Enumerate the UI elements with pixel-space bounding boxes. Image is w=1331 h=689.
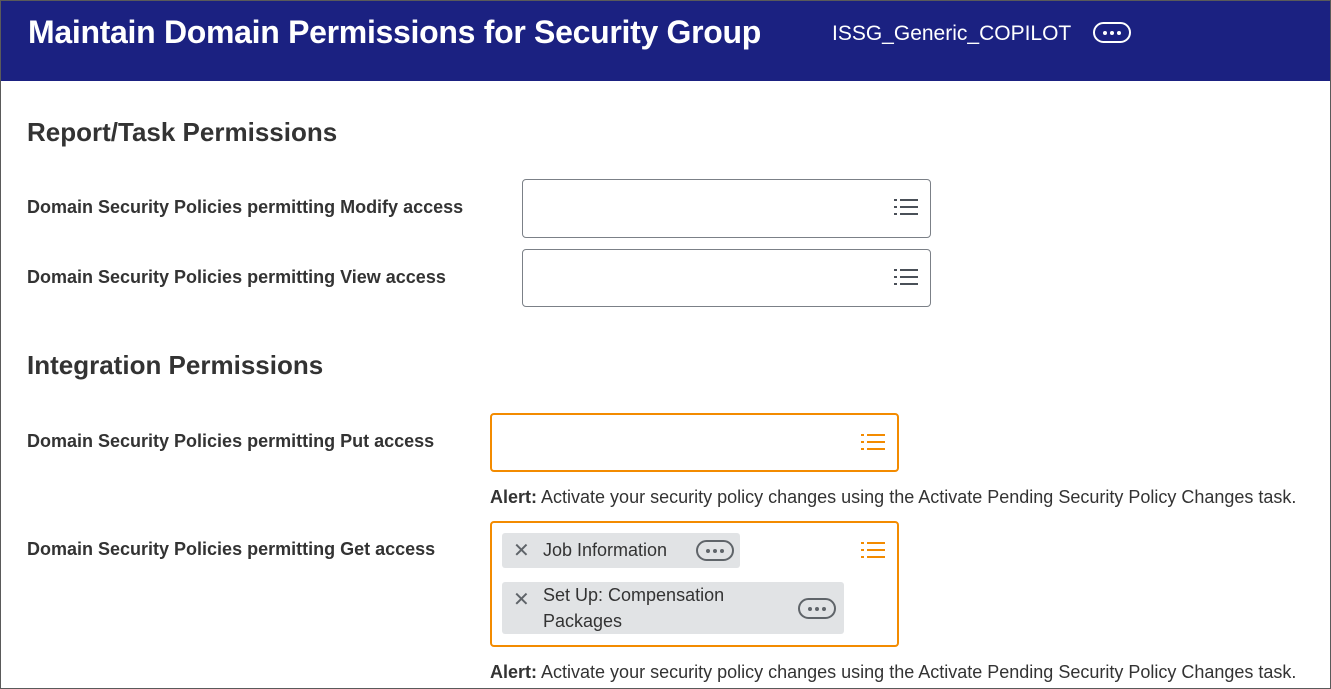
list-icon[interactable] bbox=[861, 542, 885, 560]
list-icon[interactable] bbox=[894, 269, 918, 287]
list-icon[interactable] bbox=[894, 199, 918, 217]
alert-text: Activate your security policy changes us… bbox=[537, 487, 1297, 507]
page-frame: Maintain Domain Permissions for Security… bbox=[0, 0, 1331, 689]
page-header: Maintain Domain Permissions for Security… bbox=[1, 1, 1330, 81]
alert-text: Activate your security policy changes us… bbox=[537, 662, 1297, 682]
view-access-label: Domain Security Policies permitting View… bbox=[27, 267, 446, 287]
close-icon[interactable]: ✕ bbox=[513, 541, 530, 561]
selected-item-compensation-packages[interactable]: ✕ Set Up: Compensation Packages bbox=[502, 582, 844, 634]
selected-item-label-line2: Packages bbox=[543, 611, 623, 631]
alert-prefix: Alert: bbox=[490, 662, 538, 682]
put-access-alert: Alert: Activate your security policy cha… bbox=[490, 487, 1296, 508]
selected-item-job-information[interactable]: ✕ Job Information bbox=[502, 533, 740, 568]
ellipsis-icon[interactable] bbox=[696, 540, 734, 561]
security-group-name[interactable]: ISSG_Generic_COPILOT bbox=[832, 22, 1071, 46]
section-title-report-task: Report/Task Permissions bbox=[27, 117, 338, 147]
get-access-alert: Alert: Activate your security policy cha… bbox=[490, 662, 1296, 683]
selected-item-label: Set Up: Compensation bbox=[543, 585, 725, 605]
section-title-integration: Integration Permissions bbox=[27, 350, 324, 380]
put-access-label: Domain Security Policies permitting Put … bbox=[27, 431, 435, 451]
close-icon[interactable]: ✕ bbox=[513, 590, 530, 610]
page-title: Maintain Domain Permissions for Security… bbox=[28, 14, 762, 50]
alert-prefix: Alert: bbox=[490, 487, 538, 507]
put-access-input[interactable] bbox=[490, 413, 899, 472]
related-actions-icon[interactable] bbox=[1093, 22, 1131, 43]
modify-access-label: Domain Security Policies permitting Modi… bbox=[27, 197, 464, 217]
view-access-input[interactable] bbox=[522, 249, 931, 307]
ellipsis-icon[interactable] bbox=[798, 598, 836, 619]
get-access-label: Domain Security Policies permitting Get … bbox=[27, 539, 436, 559]
modify-access-input[interactable] bbox=[522, 179, 931, 238]
selected-item-label: Job Information bbox=[543, 540, 668, 560]
list-icon[interactable] bbox=[861, 434, 885, 452]
get-access-input[interactable]: ✕ Job Information ✕ Set Up: Compensation… bbox=[490, 521, 899, 647]
